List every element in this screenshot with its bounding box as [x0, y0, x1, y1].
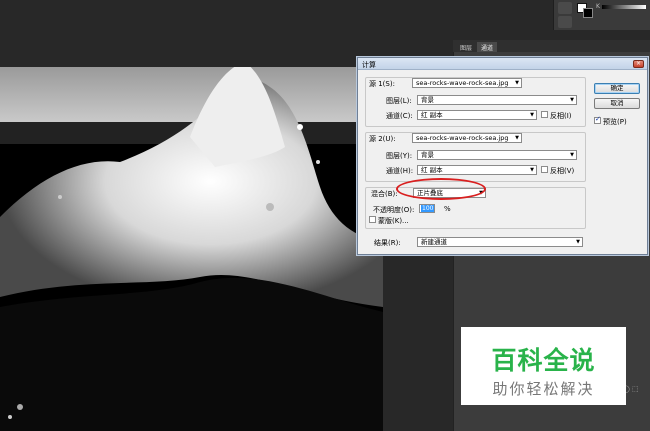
mask-label[interactable]: 蒙版(K)...: [378, 216, 409, 226]
channel-k-label: K: [596, 3, 600, 10]
opacity-label: 不透明度(O):: [373, 206, 415, 214]
source2-layer-label: 图层(Y):: [386, 152, 413, 160]
result-label: 结果(R):: [374, 239, 401, 247]
ok-button[interactable]: 确定: [594, 83, 640, 94]
highlight-ellipse: [396, 178, 486, 200]
photoshop-workspace: K 图层 通道 ◯ ⬚ 计算 × 源 1(S): sea-rocks-wave-…: [0, 0, 650, 431]
source1-channel-label: 通道(C):: [386, 112, 413, 120]
preview-label: 预览(P): [603, 118, 627, 126]
source2-file-select[interactable]: sea-rocks-wave-rock-sea.jpg ▼: [412, 133, 522, 143]
dialog-titlebar[interactable]: 计算 ×: [358, 58, 647, 70]
cancel-button[interactable]: 取消: [594, 98, 640, 109]
wave-image: [0, 67, 383, 431]
chevron-down-icon: ▼: [570, 152, 574, 158]
background-color-swatch[interactable]: [583, 8, 593, 18]
source2-label: 源 2(U):: [369, 135, 396, 143]
preview-checkbox[interactable]: [594, 115, 601, 124]
source1-channel-value: 红 副本: [421, 111, 443, 119]
source1-channel-select[interactable]: 红 副本 ▼: [417, 110, 537, 120]
blending-label: 混合(B):: [371, 190, 398, 198]
chevron-down-icon: ▼: [576, 239, 580, 245]
source2-layer-value: 背景: [421, 151, 434, 159]
chevron-down-icon: ▼: [515, 135, 519, 141]
tab-channels[interactable]: 通道: [477, 42, 498, 52]
source2-invert-label: 反相(V): [550, 167, 575, 175]
source2-channel-select[interactable]: 红 副本 ▼: [417, 165, 537, 175]
dialog-title: 计算: [362, 61, 376, 69]
source2-invert-checkbox[interactable]: [541, 166, 548, 173]
gradient-slider[interactable]: [602, 5, 646, 9]
opacity-input[interactable]: 100: [419, 204, 435, 213]
source1-layer-value: 背景: [421, 96, 434, 104]
result-value: 新建通道: [421, 238, 447, 246]
chevron-down-icon: ▼: [570, 97, 574, 103]
opacity-unit: %: [444, 205, 451, 213]
source2-channel-value: 红 副本: [421, 166, 443, 174]
source1-file-value: sea-rocks-wave-rock-sea.jpg: [416, 79, 509, 87]
chevron-down-icon: ▼: [515, 80, 519, 86]
source1-layer-label: 图层(L):: [386, 97, 412, 105]
chevron-down-icon: ▼: [530, 167, 534, 173]
panel-bottom-icons[interactable]: ◯ ⬚: [622, 385, 650, 395]
tool-button[interactable]: [558, 2, 572, 14]
mask-checkbox[interactable]: [369, 216, 376, 223]
watermark-logo: 百科全说 助你轻松解决: [461, 327, 626, 405]
source1-invert-checkbox[interactable]: [541, 111, 548, 118]
source2-channel-label: 通道(H):: [386, 167, 414, 175]
watermark-title: 百科全说: [491, 346, 596, 375]
source1-layer-select[interactable]: 背景 ▼: [417, 95, 577, 105]
chevron-down-icon: ▼: [530, 112, 534, 118]
tool-button[interactable]: [558, 16, 572, 28]
watermark-subtitle: 助你轻松解决: [492, 380, 595, 398]
source1-file-select[interactable]: sea-rocks-wave-rock-sea.jpg ▼: [412, 78, 522, 88]
panel-tab-bar: 图层 通道: [453, 40, 650, 52]
calculations-dialog: 计算 × 源 1(S): sea-rocks-wave-rock-sea.jpg…: [357, 57, 648, 255]
opacity-value: 100: [421, 205, 435, 212]
result-select[interactable]: 新建通道 ▼: [417, 237, 583, 247]
source2-layer-select[interactable]: 背景 ▼: [417, 150, 577, 160]
source2-file-value: sea-rocks-wave-rock-sea.jpg: [416, 134, 509, 142]
close-button[interactable]: ×: [633, 60, 644, 68]
document-canvas-photo[interactable]: [0, 67, 383, 431]
source1-invert-label: 反相(I): [550, 112, 572, 120]
tab-layers[interactable]: 图层: [456, 42, 476, 52]
source1-label: 源 1(S):: [369, 80, 395, 88]
